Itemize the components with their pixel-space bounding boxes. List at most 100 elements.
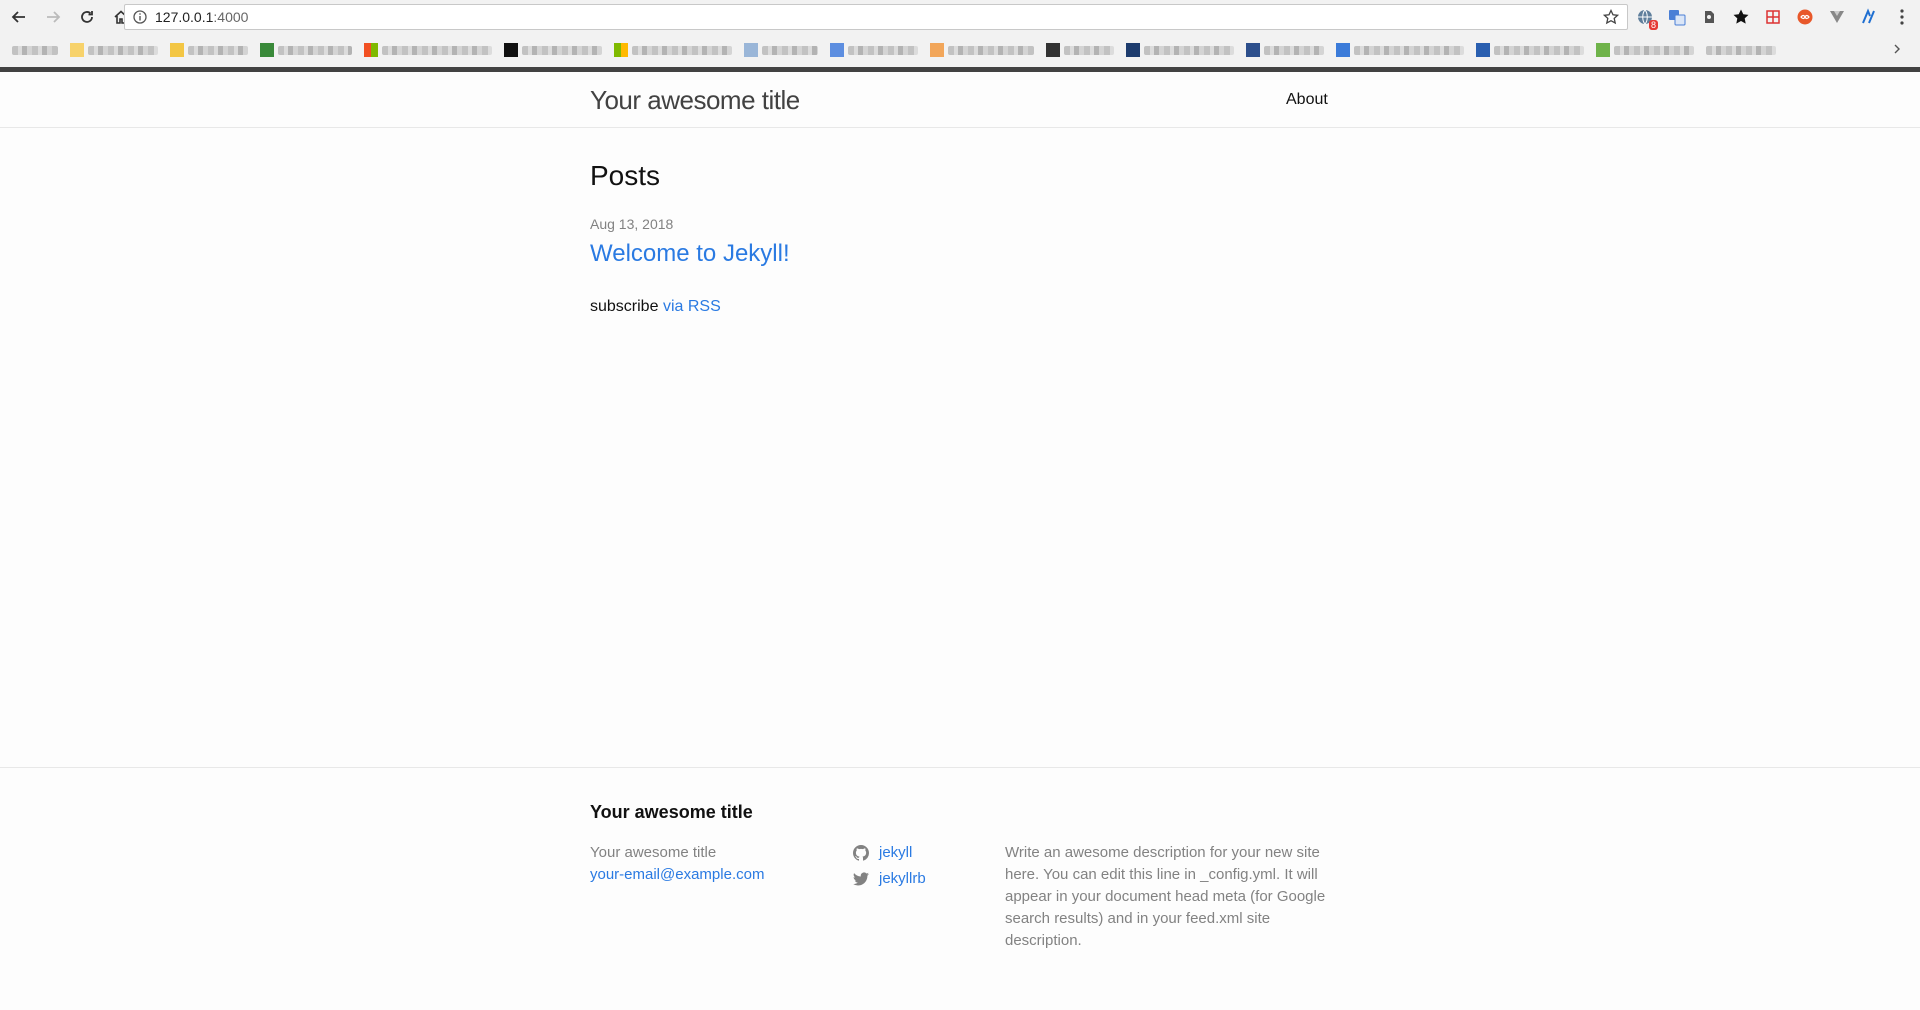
bookmark-label-obscured bbox=[382, 45, 492, 55]
bookmark-item[interactable] bbox=[1126, 42, 1234, 58]
puzzle-extension-icon bbox=[1766, 10, 1780, 24]
site-footer: Your awesome title Your awesome title yo… bbox=[0, 767, 1920, 1010]
extensions-area: 8 bbox=[1634, 6, 1890, 30]
bookmark-label-obscured bbox=[1264, 45, 1324, 55]
bookmark-item[interactable] bbox=[930, 42, 1034, 58]
bookmark-label-obscured bbox=[948, 45, 1034, 55]
site-favicon-icon bbox=[830, 43, 844, 57]
post-title-link[interactable]: Welcome to Jekyll! bbox=[590, 240, 1330, 268]
social-github[interactable]: jekyll bbox=[853, 840, 1003, 866]
extension-button[interactable] bbox=[1698, 6, 1720, 28]
site-favicon-icon bbox=[1596, 43, 1610, 57]
bookmark-label-obscured bbox=[1706, 45, 1776, 55]
url-text[interactable]: 127.0.0.1:4000 bbox=[155, 9, 248, 25]
site-favicon-icon bbox=[1336, 43, 1350, 57]
site-title-link[interactable]: Your awesome title bbox=[590, 85, 800, 116]
extension-badge: 8 bbox=[1648, 20, 1658, 30]
twitter-username-link[interactable]: jekyllrb bbox=[879, 868, 926, 890]
footer-contact: Your awesome title your-email@example.co… bbox=[590, 842, 830, 886]
bookmark-label-obscured bbox=[88, 45, 158, 55]
extension-button[interactable] bbox=[1666, 6, 1688, 28]
footer-heading: Your awesome title bbox=[590, 802, 753, 822]
bookmark-item[interactable] bbox=[260, 42, 352, 58]
bookmark-item[interactable] bbox=[70, 42, 158, 58]
twitter-icon bbox=[853, 872, 869, 886]
bookmark-item[interactable] bbox=[1046, 42, 1114, 58]
github-username-link[interactable]: jekyll bbox=[879, 842, 912, 864]
site-favicon-icon bbox=[364, 43, 378, 57]
site-favicon-icon bbox=[744, 43, 758, 57]
forward-button[interactable] bbox=[38, 2, 68, 32]
bookmark-label-obscured bbox=[522, 45, 602, 55]
vue-extension-icon bbox=[1830, 11, 1844, 23]
posts-heading: Posts bbox=[590, 160, 661, 191]
site-favicon-icon bbox=[504, 43, 518, 57]
post-date: Aug 13, 2018 bbox=[590, 216, 674, 232]
bookmark-item[interactable] bbox=[1336, 42, 1464, 58]
bookmark-item[interactable] bbox=[1246, 42, 1324, 58]
site-favicon-icon bbox=[1046, 43, 1060, 57]
bookmarks-bar bbox=[0, 38, 1920, 62]
rss-prefix: subscribe bbox=[590, 298, 659, 315]
bookmark-label-obscured bbox=[1144, 45, 1234, 55]
back-arrow-icon bbox=[11, 11, 25, 23]
bookmark-item[interactable] bbox=[170, 42, 248, 58]
url-host: 127.0.0.1 bbox=[155, 9, 214, 25]
forward-arrow-icon bbox=[47, 11, 61, 23]
folder-icon bbox=[170, 43, 184, 57]
extension-button[interactable] bbox=[1762, 6, 1784, 28]
bookmark-item[interactable] bbox=[12, 42, 58, 58]
social-twitter[interactable]: jekyllrb bbox=[853, 866, 1003, 892]
site-favicon-icon bbox=[614, 43, 628, 57]
extension-button[interactable] bbox=[1730, 6, 1752, 28]
url-port: :4000 bbox=[213, 9, 249, 25]
nav-link-about[interactable]: About bbox=[1286, 91, 1328, 109]
bookmark-label-obscured bbox=[1354, 45, 1464, 55]
extension-button[interactable]: 8 bbox=[1634, 6, 1658, 30]
infinity-extension-icon bbox=[1797, 9, 1813, 25]
bookmarks-overflow-icon[interactable] bbox=[1894, 44, 1900, 54]
bookmark-label-obscured bbox=[188, 45, 248, 55]
chevron-extension-icon bbox=[1862, 8, 1875, 24]
evernote-extension-icon bbox=[1705, 11, 1714, 23]
bookmark-star-icon[interactable] bbox=[1603, 9, 1619, 25]
info-icon[interactable] bbox=[133, 10, 147, 24]
footer-social: jekyll jekyllrb bbox=[853, 840, 1003, 892]
site-favicon-icon bbox=[260, 43, 274, 57]
bookmark-label-obscured bbox=[762, 45, 818, 55]
bookmark-label-obscured bbox=[278, 45, 352, 55]
github-icon bbox=[853, 845, 869, 861]
rss-subscribe: subscribe via RSS bbox=[590, 298, 1330, 316]
footer-site-name: Your awesome title bbox=[590, 844, 717, 861]
footer-email-link[interactable]: your-email@example.com bbox=[590, 864, 830, 886]
browser-menu-icon[interactable] bbox=[1900, 8, 1904, 26]
bookmark-item[interactable] bbox=[1596, 42, 1694, 58]
bookmark-label-obscured bbox=[1614, 45, 1694, 55]
site-favicon-icon bbox=[1246, 43, 1260, 57]
extension-button[interactable] bbox=[1826, 6, 1848, 28]
bookmark-label-obscured bbox=[1064, 45, 1114, 55]
bookmark-item[interactable] bbox=[504, 42, 602, 58]
bookmark-label-obscured bbox=[1494, 45, 1584, 55]
star-extension-icon bbox=[1733, 9, 1749, 24]
bookmark-label-obscured bbox=[12, 45, 58, 55]
bookmark-label-obscured bbox=[632, 45, 732, 55]
bookmark-item[interactable] bbox=[1476, 42, 1584, 58]
main-content: Posts Aug 13, 2018 Welcome to Jekyll! su… bbox=[590, 160, 1330, 316]
bookmark-item[interactable] bbox=[830, 42, 918, 58]
bookmark-item[interactable] bbox=[364, 42, 492, 58]
back-button[interactable] bbox=[4, 2, 34, 32]
rss-link[interactable]: via RSS bbox=[663, 298, 721, 315]
bookmark-item[interactable] bbox=[744, 42, 818, 58]
extension-button[interactable] bbox=[1794, 6, 1816, 28]
site-header: Your awesome title About bbox=[0, 72, 1920, 128]
bookmark-item[interactable] bbox=[614, 42, 732, 58]
address-bar[interactable]: 127.0.0.1:4000 bbox=[124, 4, 1628, 30]
reload-button[interactable] bbox=[72, 2, 102, 32]
site-favicon-icon bbox=[930, 43, 944, 57]
bookmark-item[interactable] bbox=[1706, 42, 1776, 58]
footer-description: Write an awesome description for your ne… bbox=[1005, 844, 1326, 949]
extension-button[interactable] bbox=[1858, 6, 1880, 28]
translate-extension-icon bbox=[1669, 10, 1686, 26]
folder-icon bbox=[70, 43, 84, 57]
